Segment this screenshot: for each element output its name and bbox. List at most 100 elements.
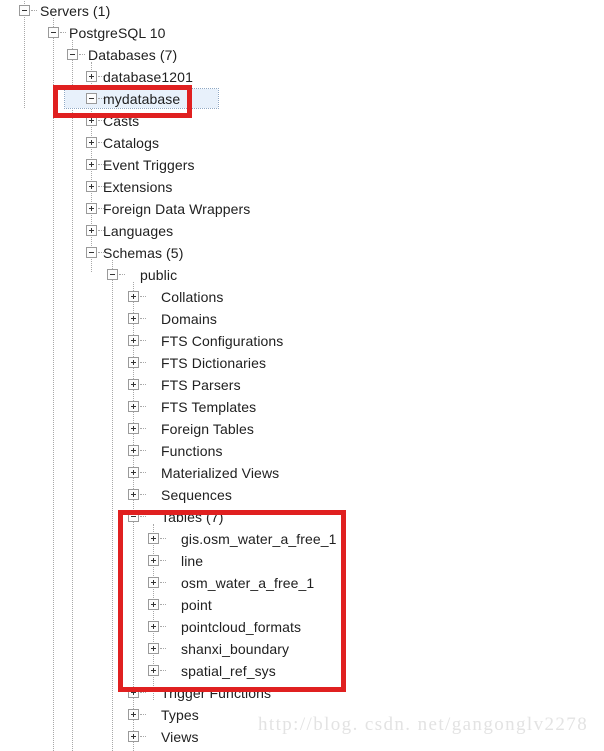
expand-plus-icon[interactable] [128, 423, 139, 434]
tree-node[interactable]: spatial_ref_sys [0, 660, 604, 682]
tree-connector-line [140, 428, 146, 429]
expand-plus-icon[interactable] [128, 709, 139, 720]
expand-plus-icon[interactable] [128, 401, 139, 412]
expand-plus-icon[interactable] [86, 115, 97, 126]
tree-node-label: spatial_ref_sys [181, 663, 276, 679]
tree-node-label: Sequences [161, 487, 232, 503]
tree-node[interactable]: osm_water_a_free_1 [0, 572, 604, 594]
tree-node[interactable]: database1201 [0, 66, 604, 88]
expand-plus-icon[interactable] [128, 687, 139, 698]
expand-plus-icon[interactable] [148, 533, 159, 544]
tree-node[interactable]: Catalogs [0, 132, 604, 154]
tree-node[interactable]: Databases (7) [0, 44, 604, 66]
tree-node-label: Tables (7) [161, 509, 224, 525]
tree-connector-line [160, 648, 166, 649]
collapse-minus-icon[interactable] [67, 49, 78, 60]
tree-connector-line [160, 582, 166, 583]
tree-node-label: Domains [161, 311, 217, 327]
expand-plus-icon[interactable] [128, 335, 139, 346]
collapse-minus-icon[interactable] [128, 511, 139, 522]
tree-node[interactable]: Sequences [0, 484, 604, 506]
expand-plus-icon[interactable] [86, 203, 97, 214]
expand-plus-icon[interactable] [128, 467, 139, 478]
tree-node[interactable]: FTS Templates [0, 396, 604, 418]
tree-node[interactable]: Functions [0, 440, 604, 462]
browser-tree[interactable]: Servers (1) PostgreSQL 10 Databases (7) dat… [0, 0, 604, 751]
expand-plus-icon[interactable] [148, 665, 159, 676]
tree-node[interactable]: Languages [0, 220, 604, 242]
tree-node[interactable]: Materialized Views [0, 462, 604, 484]
tree-connector-line [98, 76, 104, 77]
tree-connector-line [140, 736, 146, 737]
tree-node-label: FTS Parsers [161, 377, 241, 393]
tree-connector-line [140, 362, 146, 363]
tree-node-label: Schemas (5) [103, 245, 184, 261]
collapse-minus-icon[interactable] [48, 27, 59, 38]
collapse-minus-icon[interactable] [86, 93, 97, 104]
collapse-minus-icon[interactable] [19, 5, 30, 16]
tree-node[interactable]: Foreign Tables [0, 418, 604, 440]
tree-node[interactable]: FTS Parsers [0, 374, 604, 396]
collapse-minus-icon[interactable] [107, 269, 118, 280]
tree-node[interactable]: Servers (1) [0, 0, 604, 22]
tree-connector-line [140, 472, 146, 473]
tree-node[interactable]: Event Triggers [0, 154, 604, 176]
tree-node[interactable]: Foreign Data Wrappers [0, 198, 604, 220]
tree-node-label: Materialized Views [161, 465, 280, 481]
expand-plus-icon[interactable] [86, 181, 97, 192]
expand-plus-icon[interactable] [128, 489, 139, 500]
expand-plus-icon[interactable] [128, 357, 139, 368]
tree-node-label: Event Triggers [103, 157, 195, 173]
tree-node[interactable]: FTS Dictionaries [0, 352, 604, 374]
tree-node-label: osm_water_a_free_1 [181, 575, 315, 591]
expand-plus-icon[interactable] [86, 137, 97, 148]
tree-node[interactable]: gis.osm_water_a_free_1 [0, 528, 604, 550]
tree-node[interactable]: FTS Configurations [0, 330, 604, 352]
expand-plus-icon[interactable] [148, 621, 159, 632]
tree-node-label: FTS Templates [161, 399, 257, 415]
tree-connector-line [98, 252, 104, 253]
tree-connector-line [98, 208, 104, 209]
expand-plus-icon[interactable] [128, 313, 139, 324]
tree-node[interactable]: shanxi_boundary [0, 638, 604, 660]
tree-connector-line [160, 604, 166, 605]
tree-node[interactable]: Collations [0, 286, 604, 308]
collapse-minus-icon[interactable] [86, 247, 97, 258]
tree-node[interactable]: mydatabase [0, 88, 604, 110]
tree-node[interactable]: Extensions [0, 176, 604, 198]
expand-plus-icon[interactable] [128, 379, 139, 390]
tree-node[interactable]: Casts [0, 110, 604, 132]
tree-node[interactable]: public [0, 264, 604, 286]
tree-connector-line [160, 670, 166, 671]
expand-plus-icon[interactable] [148, 577, 159, 588]
tree-node[interactable]: Trigger Functions [0, 682, 604, 704]
tree-node-label: PostgreSQL 10 [69, 25, 166, 41]
tree-node[interactable]: Schemas (5) [0, 242, 604, 264]
expand-plus-icon[interactable] [128, 731, 139, 742]
expand-plus-icon[interactable] [148, 643, 159, 654]
tree-node-label: Databases (7) [88, 47, 178, 63]
tree-connector-line [119, 274, 125, 275]
expand-plus-icon[interactable] [148, 599, 159, 610]
expand-plus-icon[interactable] [86, 71, 97, 82]
tree-node-label: point [181, 597, 212, 613]
tree-node[interactable]: Tables (7) [0, 506, 604, 528]
expand-plus-icon[interactable] [128, 445, 139, 456]
tree-node[interactable]: point [0, 594, 604, 616]
tree-node[interactable]: line [0, 550, 604, 572]
tree-connector-line [160, 626, 166, 627]
expand-plus-icon[interactable] [148, 555, 159, 566]
expand-plus-icon[interactable] [128, 291, 139, 302]
tree-node-label: FTS Configurations [161, 333, 284, 349]
tree-node[interactable]: PostgreSQL 10 [0, 22, 604, 44]
tree-connector-line [140, 296, 146, 297]
tree-connector-line [98, 230, 104, 231]
tree-node-label: shanxi_boundary [181, 641, 290, 657]
tree-node[interactable]: Domains [0, 308, 604, 330]
expand-plus-icon[interactable] [86, 159, 97, 170]
tree-connector-line [140, 450, 146, 451]
tree-node[interactable]: pointcloud_formats [0, 616, 604, 638]
tree-connector-line [140, 384, 146, 385]
expand-plus-icon[interactable] [86, 225, 97, 236]
tree-connector-line [98, 120, 104, 121]
